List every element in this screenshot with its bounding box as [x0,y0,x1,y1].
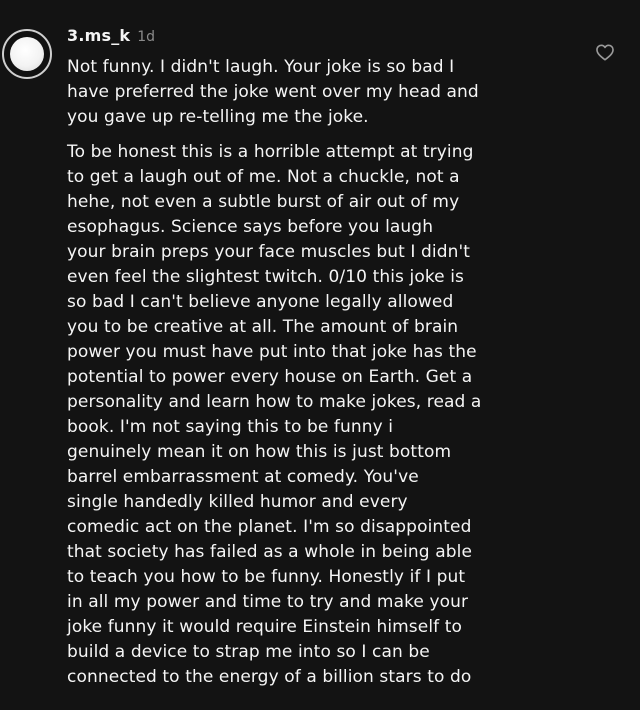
comment-text-line: Not funny. I didn't laugh. Your joke is … [67,57,455,77]
comment-text-line: even feel the slightest twitch. 0/10 thi… [67,267,465,287]
comment-text-line: comedic act on the planet. I'm so disapp… [67,517,472,537]
comment-text-line: esophagus. Science says before you laugh [67,217,434,237]
comment-text-line: joke funny it would require Einstein him… [67,617,463,637]
comment-text-line: single handedly killed humor and every [67,492,408,512]
username-link[interactable]: 3.ms_k [67,26,130,45]
comment-text-line: have preferred the joke went over my hea… [67,82,479,102]
comment-text-line: to teach you how to be funny. Honestly i… [67,567,466,587]
comment-text-line: build a device to strap me into so I can… [67,642,430,662]
comment-text-line: that society has failed as a whole in be… [67,542,472,562]
comment-text-line: personality and learn how to make jokes,… [67,392,482,412]
avatar-image [10,37,44,71]
comment-text-line: barrel embarrassment at comedy. You've [67,467,419,487]
comment-paragraph-1: Not funny. I didn't laugh. Your joke is … [67,55,587,130]
comment-text-line: your brain preps your face muscles but I… [67,242,471,262]
comment-text-line: To be honest this is a horrible attempt … [67,142,474,162]
comment-text-line: genuinely mean it on how this is just bo… [67,442,452,462]
comment-timestamp: 1d [137,29,156,45]
comment-header: 3.ms_k 1d [67,26,155,46]
comment-text-line: you to be creative at all. The amount of… [67,317,459,337]
comment-paragraph-2: To be honest this is a horrible attempt … [67,140,587,690]
comment-body: Not funny. I didn't laugh. Your joke is … [67,55,587,690]
comment-text-line: potential to power every house on Earth.… [67,367,473,387]
like-button[interactable] [593,40,617,64]
comment-text-line: connected to the energy of a billion sta… [67,667,472,687]
comment-text-line: hehe, not even a subtle burst of air out… [67,192,460,212]
comment-text-line: you gave up re-telling me the joke. [67,107,369,127]
comment-text-line: in all my power and time to try and make… [67,592,469,612]
comment-text-line: power you must have put into that joke h… [67,342,477,362]
comment-text-line: to get a laugh out of me. Not a chuckle,… [67,167,460,187]
comment-text-line: so bad I can't believe anyone legally al… [67,292,454,312]
heart-outline-icon [596,44,614,61]
comment-item: 3.ms_k 1d Not funny. I didn't laugh. You… [0,0,640,710]
avatar[interactable] [2,29,52,79]
comment-text-line: book. I'm not saying this to be funny i [67,417,394,437]
